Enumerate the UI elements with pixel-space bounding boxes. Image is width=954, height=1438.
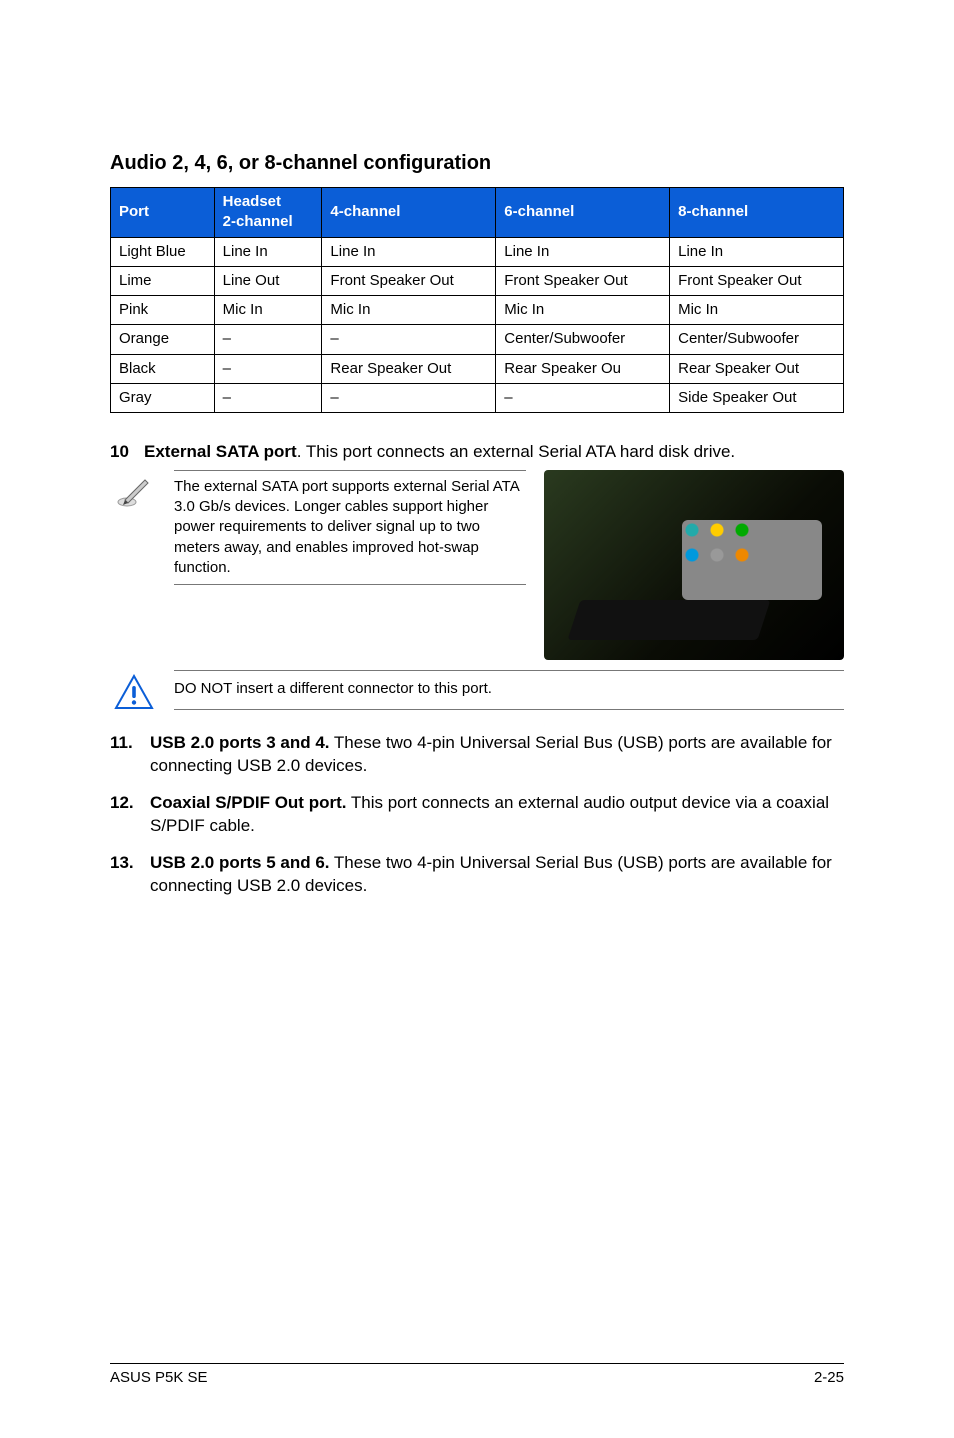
th-8ch: 8-channel: [670, 188, 844, 238]
cell-port: Orange: [111, 325, 215, 354]
th-6ch: 6-channel: [496, 188, 670, 238]
cell-8ch: Rear Speaker Out: [670, 354, 844, 383]
cell-port: Pink: [111, 296, 215, 325]
cell-6ch: Mic In: [496, 296, 670, 325]
th-4ch: 4-channel: [322, 188, 496, 238]
item-rest: . This port connects an external Serial …: [297, 442, 735, 461]
item-lead: External SATA port: [144, 442, 297, 461]
cell-6ch: Rear Speaker Ou: [496, 354, 670, 383]
th-port: Port: [111, 188, 215, 238]
cell-8ch: Side Speaker Out: [670, 383, 844, 412]
table-row: Gray – – – Side Speaker Out: [111, 383, 844, 412]
table-row: Orange – – Center/Subwoofer Center/Subwo…: [111, 325, 844, 354]
cell-8ch: Front Speaker Out: [670, 266, 844, 295]
cell-2ch: –: [214, 383, 322, 412]
cell-8ch: Mic In: [670, 296, 844, 325]
item-10: 10 External SATA port. This port connect…: [110, 441, 844, 464]
caution-text: DO NOT insert a different connector to t…: [174, 670, 844, 710]
item-body: External SATA port. This port connects a…: [144, 441, 844, 464]
cell-6ch: –: [496, 383, 670, 412]
pencil-note-icon: [117, 474, 151, 508]
item-13: 13. USB 2.0 ports 5 and 6. These two 4-p…: [110, 852, 844, 898]
cell-8ch: Line In: [670, 237, 844, 266]
th-headset-l2: 2-channel: [223, 212, 314, 232]
cell-2ch: –: [214, 354, 322, 383]
item-lead: USB 2.0 ports 3 and 4.: [150, 733, 330, 752]
cell-6ch: Line In: [496, 237, 670, 266]
cell-4ch: Mic In: [322, 296, 496, 325]
sata-note-text: The external SATA port supports external…: [174, 470, 526, 585]
cell-4ch: Line In: [322, 237, 496, 266]
cell-port: Light Blue: [111, 237, 215, 266]
cell-port: Black: [111, 354, 215, 383]
cell-2ch: –: [214, 325, 322, 354]
item-number: 13.: [110, 852, 150, 898]
note-icon: [110, 470, 158, 585]
cell-6ch: Front Speaker Out: [496, 266, 670, 295]
cell-4ch: –: [322, 383, 496, 412]
th-headset-l1: Headset: [223, 192, 314, 212]
item-number: 11.: [110, 732, 150, 778]
cell-2ch: Line In: [214, 237, 322, 266]
cell-2ch: Mic In: [214, 296, 322, 325]
warning-triangle-icon: [114, 674, 154, 710]
footer-right: 2-25: [814, 1368, 844, 1388]
cell-8ch: Center/Subwoofer: [670, 325, 844, 354]
cell-2ch: Line Out: [214, 266, 322, 295]
cell-4ch: Front Speaker Out: [322, 266, 496, 295]
item-body: USB 2.0 ports 5 and 6. These two 4-pin U…: [150, 852, 844, 898]
item-lead: USB 2.0 ports 5 and 6.: [150, 853, 330, 872]
cell-4ch: –: [322, 325, 496, 354]
caution-icon: [110, 670, 158, 710]
item-12: 12. Coaxial S/PDIF Out port. This port c…: [110, 792, 844, 838]
table-row: Black – Rear Speaker Out Rear Speaker Ou…: [111, 354, 844, 383]
item-body: Coaxial S/PDIF Out port. This port conne…: [150, 792, 844, 838]
cell-port: Gray: [111, 383, 215, 412]
table-row: Lime Line Out Front Speaker Out Front Sp…: [111, 266, 844, 295]
item-number: 10: [110, 441, 144, 464]
sata-port-photo: [544, 470, 844, 660]
cell-4ch: Rear Speaker Out: [322, 354, 496, 383]
th-headset: Headset 2-channel: [214, 188, 322, 238]
footer-left: ASUS P5K SE: [110, 1368, 208, 1388]
table-row: Light Blue Line In Line In Line In Line …: [111, 237, 844, 266]
cell-port: Lime: [111, 266, 215, 295]
item-body: USB 2.0 ports 3 and 4. These two 4-pin U…: [150, 732, 844, 778]
item-11: 11. USB 2.0 ports 3 and 4. These two 4-p…: [110, 732, 844, 778]
audio-config-table: Port Headset 2-channel 4-channel 6-chann…: [110, 187, 844, 413]
item-lead: Coaxial S/PDIF Out port.: [150, 793, 346, 812]
item-number: 12.: [110, 792, 150, 838]
page-footer: ASUS P5K SE 2-25: [110, 1363, 844, 1388]
table-row: Pink Mic In Mic In Mic In Mic In: [111, 296, 844, 325]
section-title: Audio 2, 4, 6, or 8-channel configuratio…: [110, 150, 844, 177]
cell-6ch: Center/Subwoofer: [496, 325, 670, 354]
